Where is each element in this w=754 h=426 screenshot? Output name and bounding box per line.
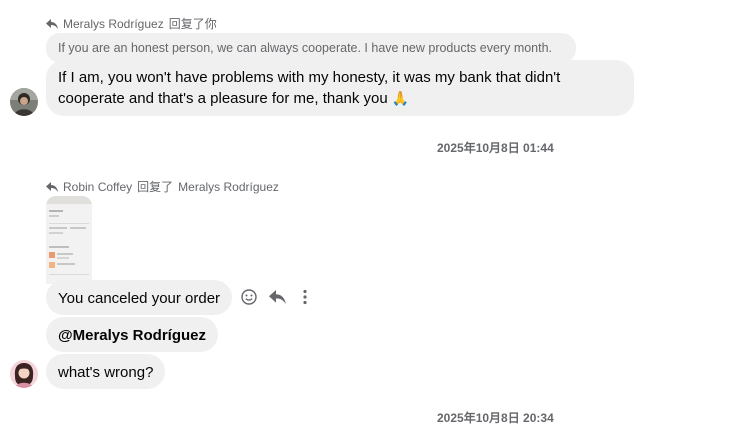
quoted-text: If you are an honest person, we can alwa… (58, 41, 553, 55)
message-text: what's wrong? (58, 364, 154, 381)
react-button[interactable] (237, 285, 261, 309)
reply-action: 回复了 (137, 180, 174, 194)
timestamp: 2025年10月8日 01:44 (437, 141, 554, 155)
timestamp: 2025年10月8日 20:34 (437, 411, 554, 425)
avatar-robin[interactable] (10, 360, 38, 388)
reply-author[interactable]: Robin Coffey (63, 180, 132, 194)
message-bubble-canceled[interactable]: You canceled your order (46, 280, 233, 315)
quoted-message[interactable]: If you are an honest person, we can alwa… (46, 33, 576, 63)
reply-arrow-icon (268, 290, 286, 304)
message-text: If I am, you won't have problems with my… (58, 69, 561, 107)
avatar-image (10, 360, 38, 388)
mention-text[interactable]: @Meralys Rodríguez (58, 327, 206, 344)
quoted-image-thumbnail[interactable] (46, 196, 92, 284)
more-vertical-icon (303, 289, 307, 305)
screenshot-thumbnail-image (46, 196, 92, 284)
reply-header-1: Meralys Rodríguez 回复了你 (46, 15, 217, 32)
reply-button[interactable] (265, 285, 289, 309)
avatar-image (10, 88, 38, 116)
reply-arrow-icon (46, 181, 58, 192)
message-text: You canceled your order (58, 290, 221, 307)
smiley-icon (241, 289, 257, 305)
message-bubble-question[interactable]: what's wrong? (46, 354, 166, 389)
reply-target[interactable]: Meralys Rodríguez (178, 180, 279, 194)
reply-arrow-icon (46, 18, 58, 29)
message-bubble[interactable]: If I am, you won't have problems with my… (46, 60, 634, 116)
reply-author[interactable]: Meralys Rodríguez (63, 17, 164, 31)
message-bubble-mention[interactable]: @Meralys Rodríguez (46, 317, 218, 352)
emoji: 🙏 (391, 90, 410, 106)
reply-header-2: Robin Coffey 回复了 Meralys Rodríguez (46, 178, 279, 195)
avatar-meralys[interactable] (10, 88, 38, 116)
reply-action: 回复了你 (168, 17, 217, 31)
more-button[interactable] (293, 285, 317, 309)
